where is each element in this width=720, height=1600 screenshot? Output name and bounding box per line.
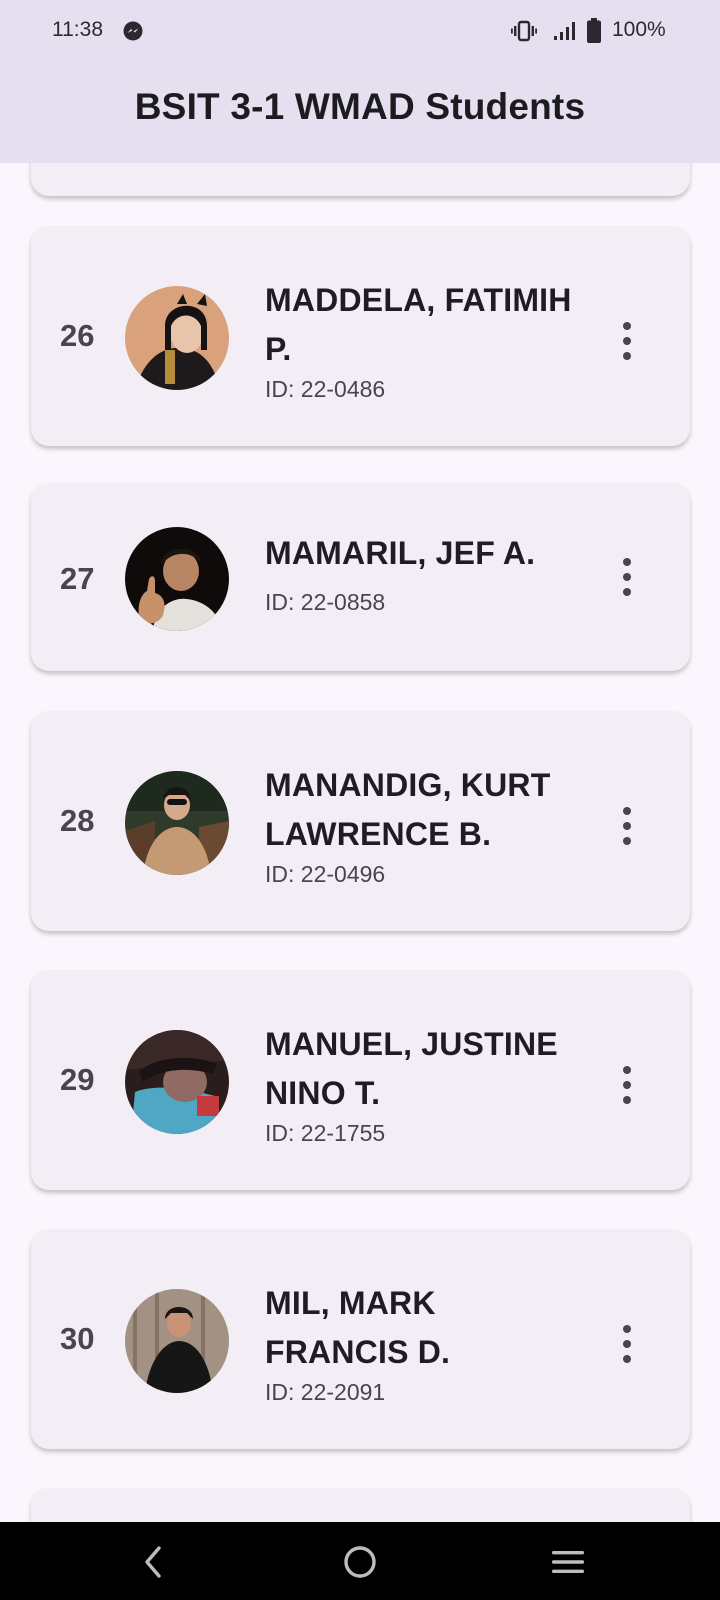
student-name-line1: MADDELA, FATIMIH — [265, 282, 572, 318]
student-id: ID: 22-0858 — [265, 589, 386, 615]
back-icon[interactable] — [131, 1540, 175, 1584]
list-item[interactable] — [31, 1488, 690, 1522]
avatar — [125, 527, 229, 631]
student-number: 30 — [60, 1321, 95, 1356]
list-item[interactable]: 26 MADDELA, FATIMIH P. ID: 22-0486 — [31, 226, 690, 446]
more-options-icon[interactable] — [619, 322, 635, 360]
student-name-line2: FRANCIS D. — [265, 1334, 451, 1370]
student-name-line1: MAMARIL, JEF A. — [265, 535, 536, 571]
avatar — [125, 1289, 229, 1393]
student-name-line1: MANANDIG, KURT — [265, 767, 551, 803]
battery-level: 100% — [612, 18, 666, 41]
student-name: MIL, MARK FRANCIS D. — [265, 1279, 595, 1377]
more-options-icon[interactable] — [619, 807, 635, 845]
student-id: ID: 22-0486 — [265, 376, 386, 402]
student-name: MANUEL, JUSTINE NINO T. — [265, 1020, 595, 1118]
page-title: BSIT 3-1 WMAD Students — [134, 86, 586, 127]
avatar — [125, 1030, 229, 1134]
student-name-line1: MIL, MARK — [265, 1285, 436, 1321]
status-bar: 11:38 100% — [0, 0, 720, 64]
list-item[interactable]: 27 MAMARIL, JEF A. ID: 22-0858 — [31, 483, 690, 671]
student-name-line2: NINO T. — [265, 1075, 381, 1111]
list-item[interactable]: 29 MANUEL, JUSTINE NINO T. ID: 22-1755 — [31, 970, 690, 1190]
student-number: 26 — [60, 318, 95, 353]
signal-icon — [554, 22, 575, 40]
status-time: 11:38 — [52, 18, 103, 41]
more-options-icon[interactable] — [619, 1066, 635, 1104]
navigation-bar — [0, 1522, 720, 1600]
student-name: MANANDIG, KURT LAWRENCE B. — [265, 761, 595, 859]
student-name-line2: P. — [265, 331, 292, 367]
more-options-icon[interactable] — [619, 1325, 635, 1363]
student-name: MADDELA, FATIMIH P. — [265, 276, 595, 374]
battery-icon — [587, 18, 601, 43]
app-bar: 11:38 100% BSIT 3-1 WMAD Students — [0, 0, 720, 163]
list-item[interactable]: 28 MANANDIG, KURT LAWRENCE B. ID: 22-049… — [31, 711, 690, 931]
student-id: ID: 22-1755 — [265, 1120, 386, 1146]
student-number: 29 — [60, 1062, 95, 1097]
student-name: MAMARIL, JEF A. — [265, 529, 595, 578]
student-name-line2: LAWRENCE B. — [265, 816, 492, 852]
student-number: 27 — [60, 561, 95, 596]
list-item[interactable]: 30 MIL, MARK FRANCIS D. ID: 22-2091 — [31, 1229, 690, 1449]
vibrate-icon — [511, 20, 537, 42]
more-options-icon[interactable] — [619, 558, 635, 596]
avatar — [125, 771, 229, 875]
list-item[interactable] — [31, 163, 690, 196]
messenger-icon — [123, 21, 143, 41]
student-name-line1: MANUEL, JUSTINE — [265, 1026, 558, 1062]
student-id: ID: 22-2091 — [265, 1379, 386, 1405]
student-id: ID: 22-0496 — [265, 861, 386, 887]
student-list[interactable]: 26 MADDELA, FATIMIH P. ID: 22-0486 27 MA… — [0, 163, 720, 1522]
recents-icon[interactable] — [546, 1540, 590, 1584]
student-number: 28 — [60, 803, 95, 838]
home-icon[interactable] — [338, 1540, 382, 1584]
avatar — [125, 286, 229, 390]
